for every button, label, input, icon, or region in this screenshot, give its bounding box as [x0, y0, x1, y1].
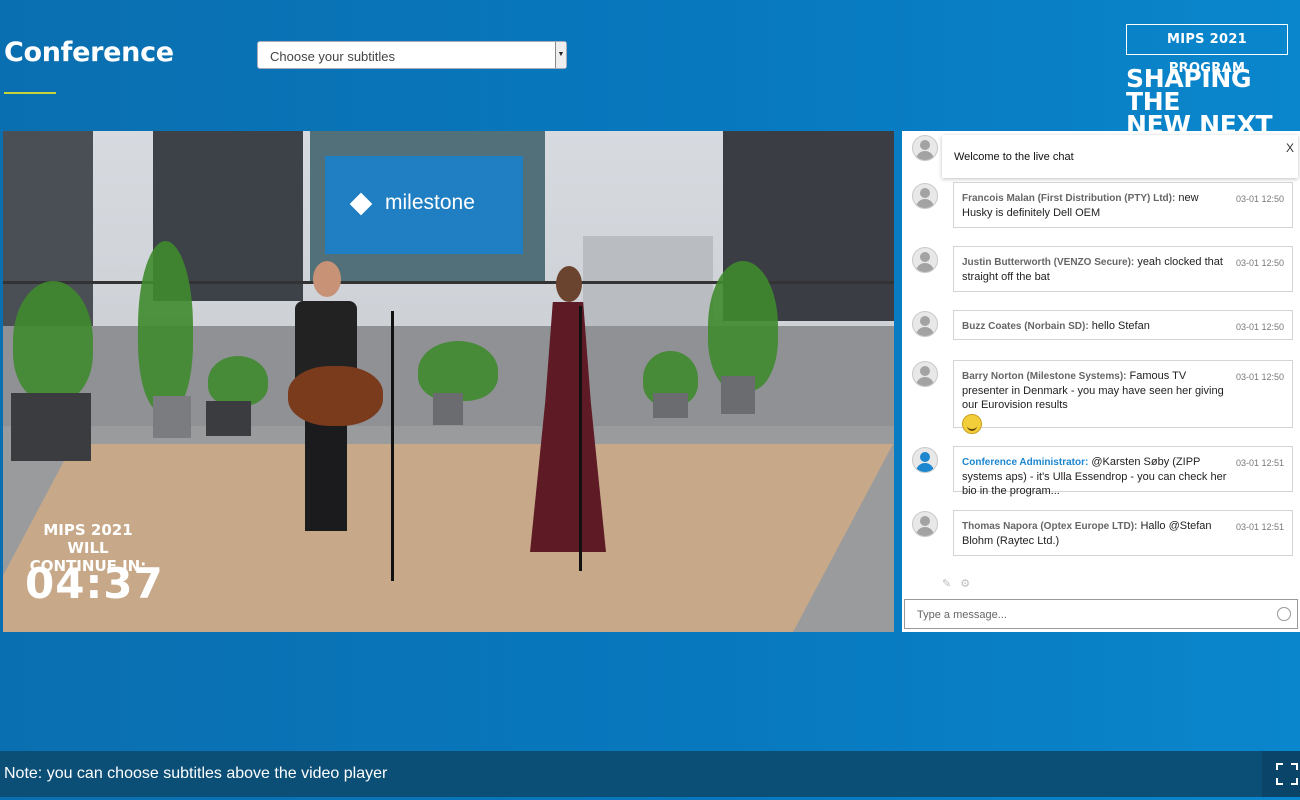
plant-pot [721, 376, 755, 414]
message-time: 03-01 12:50 [1235, 372, 1284, 382]
pin-icon[interactable]: ✎ [942, 578, 951, 590]
avatar-icon [912, 135, 938, 161]
message-time: 03-01 12:51 [1235, 458, 1284, 468]
slogan: SHAPING THE NEW NEXT [1126, 64, 1300, 137]
avatar-icon [912, 311, 938, 337]
plant [418, 341, 498, 401]
avatar-icon [912, 247, 938, 273]
subtitle-note: Note: you can choose subtitles above the… [4, 765, 388, 782]
chat-message: Justin Butterworth (VENZO Secure): yeah … [953, 246, 1293, 292]
message-author: Thomas Napora (Optex Europe LTD): [962, 521, 1138, 532]
welcome-text: Welcome to the live chat [954, 151, 1074, 163]
admin-avatar-icon [912, 447, 938, 473]
plant-pot [206, 401, 251, 436]
chat-input-placeholder: Type a message... [917, 609, 1007, 621]
message-time: 03-01 12:50 [1235, 258, 1284, 268]
fullscreen-icon[interactable] [1262, 751, 1300, 797]
plant [208, 356, 268, 406]
mic-stand [391, 311, 394, 581]
chat-message-input[interactable]: Type a message... [904, 599, 1298, 629]
screen-brand: milestone [385, 191, 475, 214]
slogan-line-1: SHAPING THE [1126, 64, 1252, 116]
smiley-icon [962, 414, 982, 434]
countdown-timer: 04:37 [25, 559, 164, 608]
fullscreen-glyph [1276, 763, 1298, 785]
plant-pot [653, 393, 688, 418]
title-underline [4, 92, 56, 94]
chat-tools: ✎ ⚙ [942, 577, 970, 590]
plant-pot [433, 393, 463, 425]
chat-message: Buzz Coates (Norbain SD): hello Stefan 0… [953, 310, 1293, 340]
message-author: Buzz Coates (Norbain SD): [962, 321, 1089, 332]
message-author: Justin Butterworth (VENZO Secure): [962, 257, 1135, 268]
chat-message: Thomas Napora (Optex Europe LTD): Hallo … [953, 510, 1293, 556]
avatar-icon [912, 361, 938, 387]
settings-icon[interactable]: ⚙ [960, 578, 970, 590]
message-time: 03-01 12:50 [1235, 194, 1284, 204]
message-time: 03-01 12:51 [1235, 522, 1284, 532]
milestone-logo-icon [349, 192, 373, 216]
guitar [288, 366, 383, 426]
subtitle-select-value: Choose your subtitles [270, 49, 396, 64]
program-button[interactable]: MIPS 2021 PROGRAM [1126, 24, 1288, 76]
countdown-label-line-1: MIPS 2021 WILL [43, 521, 133, 557]
message-author: Barry Norton (Milestone Systems): [962, 371, 1127, 382]
emoji-icon[interactable] [1277, 607, 1291, 621]
chat-message: Barry Norton (Milestone Systems): Famous… [953, 360, 1293, 434]
message-author: Conference Administrator: [962, 457, 1089, 468]
plant [13, 281, 93, 401]
live-chat-panel: Welcome to the live chat X Francois Mala… [902, 131, 1300, 632]
chat-message: Conference Administrator: @Karsten Søby … [953, 446, 1293, 497]
avatar-icon [912, 183, 938, 209]
subtitle-select[interactable]: Choose your subtitles ▼ [257, 41, 567, 69]
message-author: Francois Malan (First Distribution (PTY)… [962, 193, 1176, 204]
avatar-icon [912, 511, 938, 537]
plant-pot [153, 396, 191, 438]
milestone-screen: milestone [325, 156, 523, 254]
performer-singer [518, 266, 618, 566]
page-title: Conference [4, 37, 174, 68]
close-icon[interactable]: X [1286, 141, 1294, 155]
video-player[interactable]: milestone MIPS 2021 WILL CONTINUE IN: 04… [3, 131, 894, 632]
message-text: hello Stefan [1091, 320, 1150, 332]
plant [708, 261, 778, 391]
plant-pot [11, 393, 91, 461]
note-bar: Note: you can choose subtitles above the… [0, 751, 1300, 797]
welcome-message: Welcome to the live chat X [942, 135, 1298, 178]
message-time: 03-01 12:50 [1235, 322, 1284, 332]
mic-stand [579, 306, 582, 571]
chat-message: Francois Malan (First Distribution (PTY)… [953, 182, 1293, 228]
dropdown-arrow-icon[interactable]: ▼ [555, 42, 566, 68]
plant [138, 241, 193, 411]
